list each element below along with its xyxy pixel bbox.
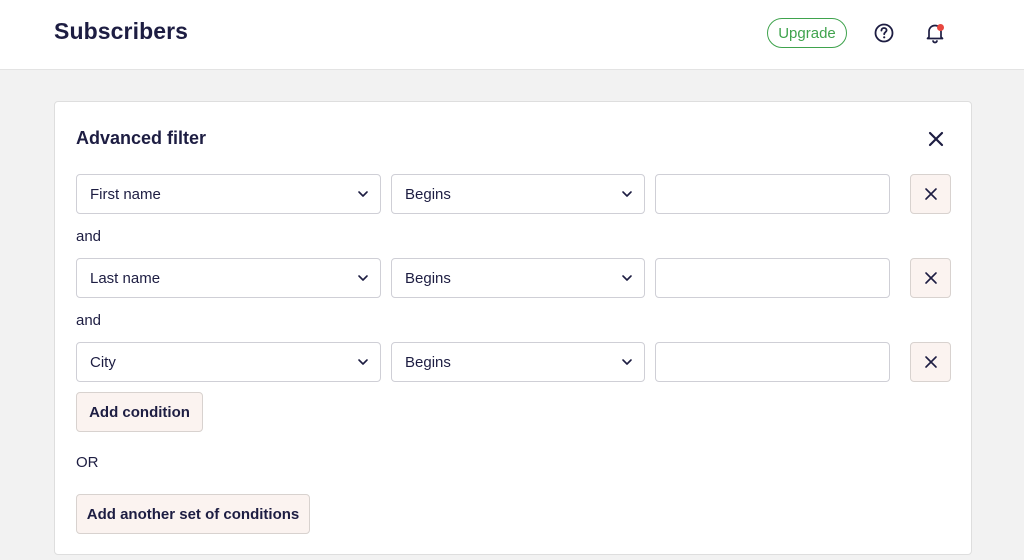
chevron-down-icon <box>358 191 368 197</box>
field-select[interactable]: Last name <box>76 258 381 298</box>
remove-condition-button[interactable] <box>910 258 951 298</box>
close-icon[interactable] <box>925 128 947 150</box>
chevron-down-icon <box>358 359 368 365</box>
value-input[interactable] <box>655 174 890 214</box>
close-icon <box>924 272 937 284</box>
value-input[interactable] <box>655 258 890 298</box>
add-condition-button[interactable]: Add condition <box>76 392 203 432</box>
operator-select-value: Begins <box>405 269 451 287</box>
or-label: OR <box>76 454 99 471</box>
add-condition-set-button[interactable]: Add another set of conditions <box>76 494 310 534</box>
operator-select-value: Begins <box>405 353 451 371</box>
panel-title: Advanced filter <box>76 128 207 148</box>
operator-select[interactable]: Begins <box>391 174 645 214</box>
page-title: Subscribers <box>54 18 189 44</box>
chevron-down-icon <box>622 191 632 197</box>
field-select-value: First name <box>90 185 161 203</box>
remove-condition-button[interactable] <box>910 174 951 214</box>
chevron-down-icon <box>622 359 632 365</box>
operator-select[interactable]: Begins <box>391 342 645 382</box>
field-select[interactable]: City <box>76 342 381 382</box>
remove-condition-button[interactable] <box>910 342 951 382</box>
help-icon[interactable] <box>873 22 895 44</box>
chevron-down-icon <box>622 275 632 281</box>
chevron-down-icon <box>358 275 368 281</box>
and-label: and <box>76 228 102 245</box>
advanced-filter-panel: Advanced filter First name Begins and La… <box>54 101 972 555</box>
operator-select-value: Begins <box>405 185 451 203</box>
and-label: and <box>76 312 102 329</box>
field-select-value: City <box>90 353 116 371</box>
field-select[interactable]: First name <box>76 174 381 214</box>
close-icon <box>924 356 937 368</box>
upgrade-button[interactable]: Upgrade <box>767 18 847 48</box>
bell-icon[interactable] <box>924 21 946 45</box>
close-icon <box>924 188 937 200</box>
operator-select[interactable]: Begins <box>391 258 645 298</box>
notification-dot <box>937 24 944 31</box>
top-bar: Subscribers Upgrade <box>0 0 1024 70</box>
field-select-value: Last name <box>90 269 161 287</box>
value-input[interactable] <box>655 342 890 382</box>
